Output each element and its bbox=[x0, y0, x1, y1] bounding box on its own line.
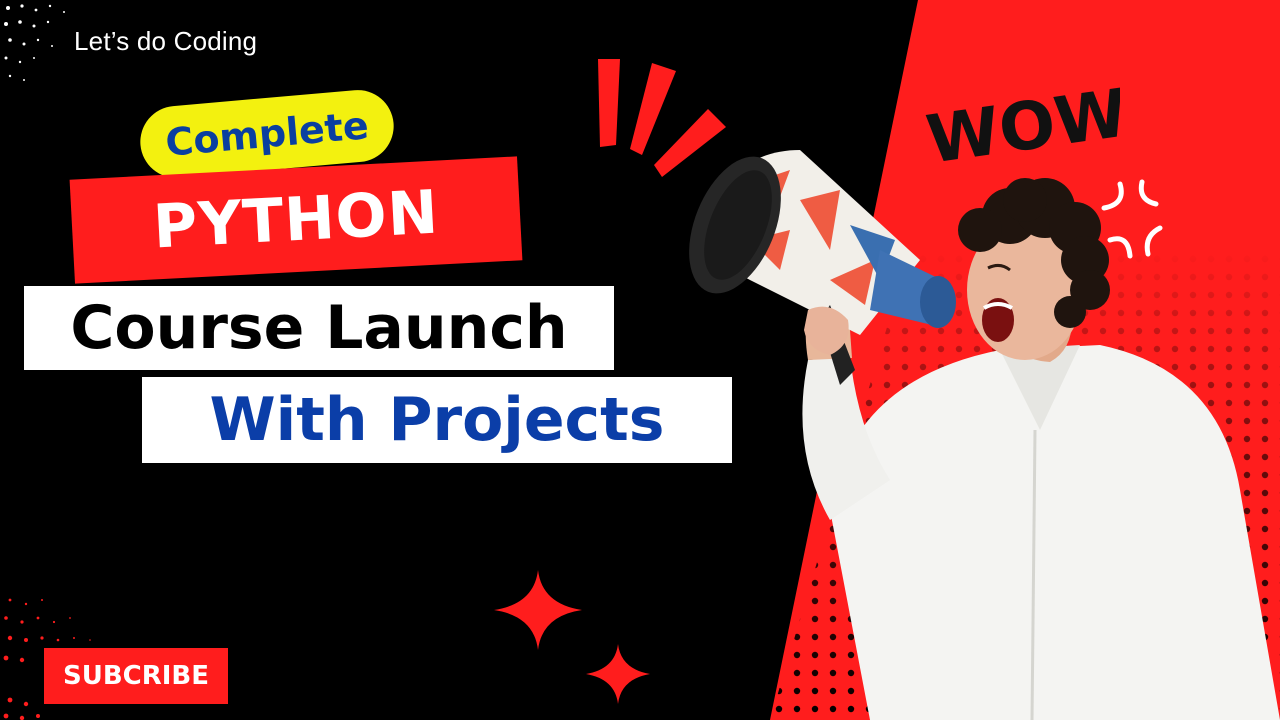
course-launch-text: Course Launch bbox=[70, 293, 568, 363]
with-projects-banner: With Projects bbox=[142, 377, 732, 463]
brand-tagline: Let’s do Coding bbox=[74, 26, 258, 56]
python-title: PYTHON bbox=[151, 177, 441, 263]
sparkle-icon bbox=[494, 570, 582, 650]
with-projects-text: With Projects bbox=[209, 385, 665, 455]
subscribe-button[interactable]: SUBCRIBE bbox=[44, 648, 228, 704]
person-with-megaphone bbox=[689, 150, 1280, 720]
course-launch-banner: Course Launch bbox=[24, 286, 614, 370]
sparkle-icon bbox=[586, 644, 650, 704]
thumbnail: WOW Let’s do Coding Complete PYTHON Cour… bbox=[0, 0, 1280, 720]
